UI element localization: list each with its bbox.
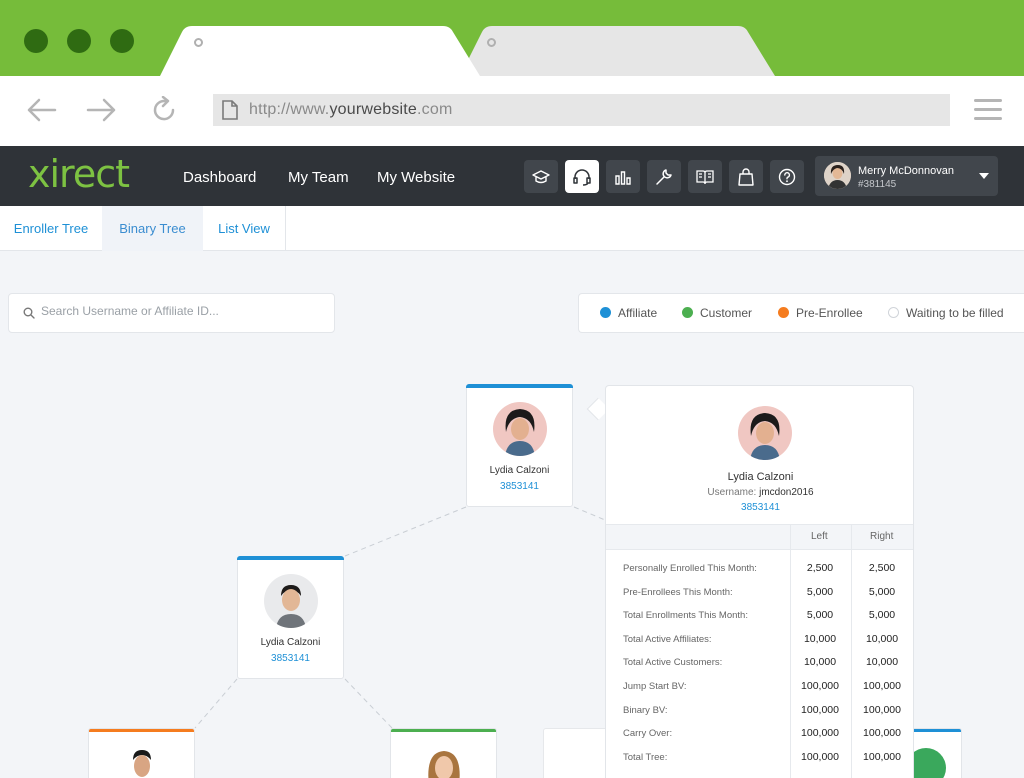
table-row: Carry Over: 100,000 100,000 xyxy=(606,723,913,747)
row-right-value: 2,500 xyxy=(868,562,896,574)
row-right-value: 100,000 xyxy=(863,680,901,692)
table-row: Personally Enrolled This Month: 2,500 2,50… xyxy=(606,558,913,582)
member-details-popup: Lydia Calzoni Username: jmcdon2016 38531… xyxy=(605,385,914,778)
avatar xyxy=(738,406,792,460)
node-id[interactable]: 3853141 xyxy=(467,481,572,492)
table-row: Total Tree: 100,000 100,000 xyxy=(606,747,913,771)
popup-name: Lydia Calzoni xyxy=(727,471,794,483)
row-label: Total Enrollments This Month: xyxy=(623,610,748,622)
table-row: Total Enrollments This Month: 5,000 5,000 xyxy=(606,605,913,629)
col-right-header: Right xyxy=(870,531,894,542)
row-label: Total Tree: xyxy=(623,751,668,763)
avatar xyxy=(264,574,318,628)
row-left-value: 2,500 xyxy=(806,562,834,574)
row-left-value: 5,000 xyxy=(806,609,834,622)
tree-node-root[interactable]: Lydia Calzoni 3853141 xyxy=(466,384,573,507)
node-status-bar xyxy=(89,729,194,732)
row-left-value: 100,000 xyxy=(801,680,839,692)
row-label: Jump Start BV: xyxy=(623,681,687,692)
table-row: Total Active Customers: 10,000 10,000 xyxy=(606,652,913,676)
tree-node-left[interactable]: Lydia Calzoni 3853141 xyxy=(237,556,344,679)
avatar xyxy=(428,751,460,778)
row-left-value: 100,000 xyxy=(801,750,839,763)
table-row: Jump Start BV: 100,000 100,000 xyxy=(606,676,913,700)
row-right-value: 10,000 xyxy=(865,632,899,645)
row-right-value: 100,000 xyxy=(863,727,901,740)
row-label: Total Active Customers: xyxy=(623,657,723,669)
row-left-value: 5,000 xyxy=(806,585,834,598)
row-right-value: 10,000 xyxy=(865,656,899,669)
row-left-value: 10,000 xyxy=(803,656,837,669)
row-label: Personally Enrolled This Month: xyxy=(623,563,757,574)
popup-id[interactable]: 3853141 xyxy=(606,502,913,513)
tree-node-pre-enrollee[interactable] xyxy=(88,728,195,778)
row-right-value: 100,000 xyxy=(863,703,901,716)
row-right-value: 5,000 xyxy=(868,585,896,598)
table-row: Pre-Enrollees This Month: 5,000 5,000 xyxy=(606,582,913,606)
row-left-value: 10,000 xyxy=(803,632,837,645)
avatar xyxy=(493,402,547,456)
row-label: Total Active Affiliates: xyxy=(623,633,712,645)
row-left-value: 100,000 xyxy=(801,727,839,740)
row-left-value: 100,000 xyxy=(801,703,839,716)
avatar xyxy=(133,750,151,777)
table-row: Binary BV: 100,000 100,000 xyxy=(606,700,913,724)
row-right-value: 100,000 xyxy=(863,750,901,763)
table-row: Total Active Affiliates: 10,000 10,000 xyxy=(606,629,913,653)
popup-table-header: Left Right xyxy=(606,524,913,550)
col-left-header: Left xyxy=(811,531,828,542)
node-status-bar xyxy=(237,556,344,560)
node-status-bar xyxy=(466,384,573,388)
node-name: Lydia Calzoni xyxy=(260,637,321,648)
row-label: Binary BV: xyxy=(623,704,668,716)
row-right-value: 5,000 xyxy=(868,609,896,622)
row-label: Carry Over: xyxy=(623,728,673,740)
node-name: Lydia Calzoni xyxy=(489,465,550,476)
tree-node-customer[interactable] xyxy=(390,728,497,778)
popup-username: Username: jmcdon2016 xyxy=(707,487,814,498)
node-id[interactable]: 3853141 xyxy=(238,653,343,664)
node-status-bar xyxy=(391,729,496,732)
row-label: Pre-Enrollees This Month: xyxy=(623,586,733,598)
